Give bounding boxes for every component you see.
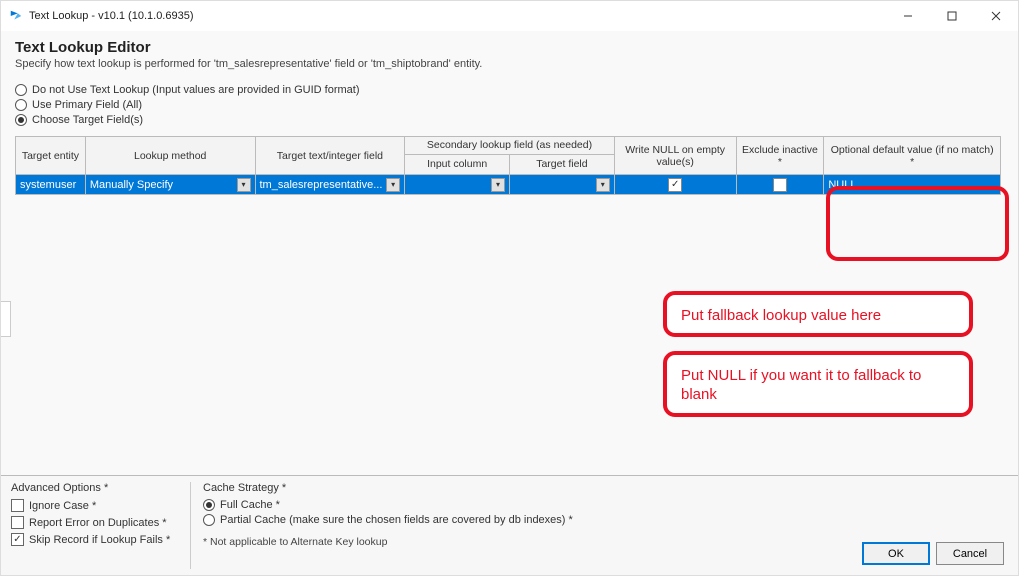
radio-choose-target-fields[interactable]: Choose Target Field(s) — [15, 114, 1004, 126]
radio-icon — [15, 99, 27, 111]
main-content: Text Lookup Editor Specify how text look… — [1, 31, 1018, 475]
chevron-down-icon[interactable]: ▾ — [386, 178, 400, 192]
advanced-options-section: Advanced Options * Ignore Case * Report … — [11, 482, 191, 569]
titlebar: Text Lookup - v10.1 (10.1.0.6935) — [1, 1, 1018, 31]
col-target-field-sub: Target field — [510, 155, 614, 174]
col-lookup-method: Lookup method — [86, 137, 256, 175]
chevron-down-icon[interactable]: ▾ — [596, 178, 610, 192]
close-button[interactable] — [974, 1, 1018, 31]
radio-no-text-lookup[interactable]: Do not Use Text Lookup (Input values are… — [15, 84, 1004, 96]
lookup-mode-radios: Do not Use Text Lookup (Input values are… — [15, 84, 1004, 126]
left-edge-tab[interactable] — [1, 301, 11, 337]
minimize-button[interactable] — [886, 1, 930, 31]
col-target-field: Target text/integer field — [256, 137, 406, 175]
annotation-highlight-default-column — [826, 186, 1009, 261]
ok-button[interactable]: OK — [862, 542, 930, 565]
checkbox-skip-record[interactable]: ✓ Skip Record if Lookup Fails * — [11, 533, 182, 546]
cell-method[interactable]: Manually Specify ▾ — [86, 175, 256, 194]
window-controls — [886, 1, 1018, 31]
col-default-value: Optional default value (if no match) * — [824, 137, 1000, 175]
chevron-down-icon[interactable]: ▾ — [491, 178, 505, 192]
col-target-entity: Target entity — [16, 137, 86, 175]
col-exclude-inactive: Exclude inactive * — [737, 137, 825, 175]
checkbox-ignore-case[interactable]: Ignore Case * — [11, 499, 182, 512]
radio-icon — [203, 499, 215, 511]
cancel-button[interactable]: Cancel — [936, 542, 1004, 565]
checkbox-icon[interactable]: ✓ — [668, 178, 682, 192]
cache-strategy-section: Cache Strategy * Full Cache * Partial Ca… — [191, 482, 1008, 569]
radio-icon — [203, 514, 215, 526]
cell-target-field-sub[interactable]: ▾ — [510, 175, 615, 194]
cell-target[interactable]: tm_salesrepresentative... ▾ — [256, 175, 406, 194]
cell-write-null[interactable]: ✓ — [615, 175, 737, 194]
cell-exclude[interactable] — [737, 175, 825, 194]
col-secondary-group: Secondary lookup field (as needed) Input… — [405, 137, 615, 175]
cell-entity[interactable]: systemuser — [16, 175, 86, 194]
radio-label: Use Primary Field (All) — [32, 99, 142, 111]
maximize-button[interactable] — [930, 1, 974, 31]
checkbox-report-duplicates[interactable]: Report Error on Duplicates * — [11, 516, 182, 529]
radio-full-cache[interactable]: Full Cache * — [203, 499, 1008, 511]
page-subtitle: Specify how text lookup is performed for… — [15, 58, 1004, 70]
col-input-column: Input column — [405, 155, 510, 174]
radio-use-primary-field[interactable]: Use Primary Field (All) — [15, 99, 1004, 111]
col-write-null: Write NULL on empty value(s) — [615, 137, 737, 175]
radio-icon — [15, 114, 27, 126]
radio-label: Choose Target Field(s) — [32, 114, 143, 126]
annotation-fallback-value: Put fallback lookup value here — [663, 291, 973, 337]
bottom-panel: Advanced Options * Ignore Case * Report … — [1, 475, 1018, 575]
cell-input-column[interactable]: ▾ — [405, 175, 510, 194]
dialog-buttons: OK Cancel — [862, 542, 1004, 565]
chevron-down-icon[interactable]: ▾ — [237, 178, 251, 192]
radio-icon — [15, 84, 27, 96]
grid-header: Target entity Lookup method Target text/… — [16, 137, 1000, 175]
checkbox-icon — [11, 499, 24, 512]
checkbox-icon[interactable] — [773, 178, 787, 192]
col-secondary-label: Secondary lookup field (as needed) — [405, 137, 614, 155]
page-title: Text Lookup Editor — [15, 39, 1004, 56]
radio-label: Do not Use Text Lookup (Input values are… — [32, 84, 360, 96]
window-title: Text Lookup - v10.1 (10.1.0.6935) — [29, 10, 194, 22]
checkbox-icon — [11, 516, 24, 529]
app-logo-icon — [9, 9, 23, 23]
advanced-options-label: Advanced Options * — [11, 482, 182, 494]
annotation-null-fallback: Put NULL if you want it to fallback to b… — [663, 351, 973, 417]
radio-partial-cache[interactable]: Partial Cache (make sure the chosen fiel… — [203, 514, 1008, 526]
checkbox-icon: ✓ — [11, 533, 24, 546]
cache-strategy-label: Cache Strategy * — [203, 482, 1008, 494]
